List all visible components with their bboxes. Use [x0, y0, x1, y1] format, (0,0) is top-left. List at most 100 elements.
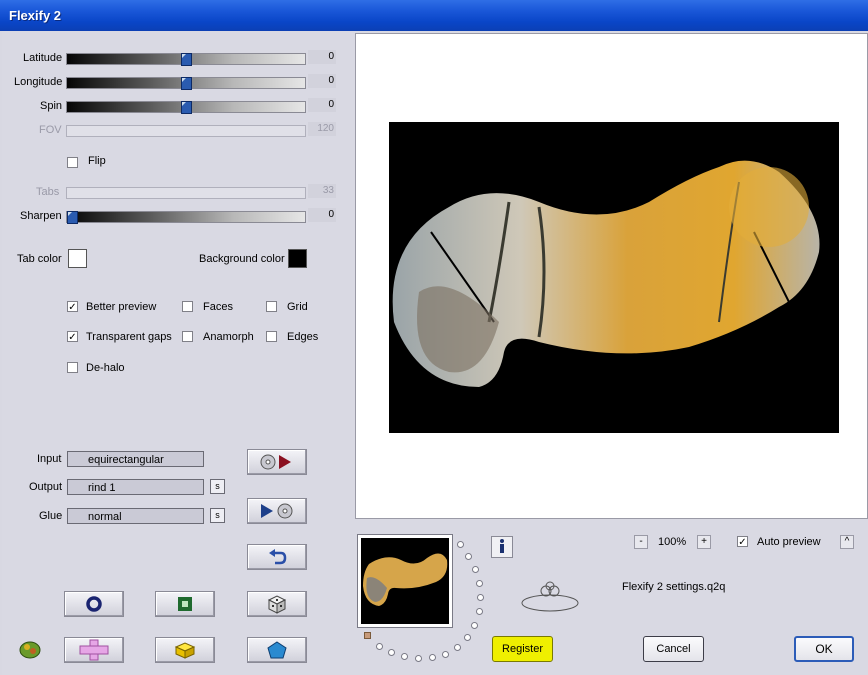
zoom-out-button[interactable]: - [634, 535, 648, 549]
scroll-up-button[interactable]: ^ [840, 535, 854, 549]
background-color-label: Background color [199, 253, 285, 265]
info-icon [500, 539, 504, 553]
step-dot[interactable] [465, 553, 472, 560]
transparent-gaps-checkbox[interactable]: ✓ [67, 331, 78, 343]
ring-icon [86, 596, 102, 612]
edges-checkbox[interactable] [266, 331, 277, 342]
sharpen-thumb[interactable] [67, 211, 78, 224]
flip-label: Flip [88, 155, 106, 167]
handle-marker[interactable] [364, 632, 371, 639]
play-disc-icon [261, 503, 293, 519]
cancel-button[interactable]: Cancel [643, 636, 704, 662]
tab-color-label: Tab color [17, 253, 62, 265]
step-dot[interactable] [472, 566, 479, 573]
disc-play-icon [260, 454, 291, 470]
faces-checkbox[interactable] [182, 301, 193, 312]
register-button[interactable]: Register [492, 636, 553, 662]
output-select[interactable]: rind 1 [67, 479, 204, 495]
input-select[interactable]: equirectangular [67, 451, 204, 467]
edges-label: Edges [287, 331, 319, 343]
window-title: Flexify 2 [9, 8, 62, 23]
thumbnail-projection-image [363, 553, 448, 606]
step-dot[interactable] [454, 644, 461, 651]
tabs-label: Tabs [36, 186, 60, 198]
step-dot[interactable] [388, 649, 395, 656]
thumbnail-navigator[interactable] [357, 534, 453, 628]
sharpen-value[interactable]: 0 [308, 208, 336, 222]
step-dot[interactable] [376, 643, 383, 650]
step-dot[interactable] [415, 655, 422, 662]
ok-button[interactable]: OK [794, 636, 854, 662]
anamorph-checkbox[interactable] [182, 331, 193, 342]
longitude-value[interactable]: 0 [308, 74, 336, 88]
ring-button[interactable] [64, 591, 124, 617]
grid-checkbox[interactable] [266, 301, 277, 312]
cross-shape-icon [79, 639, 109, 661]
sharpen-slider[interactable] [66, 211, 306, 224]
load-button[interactable] [247, 449, 307, 475]
spin-value[interactable]: 0 [308, 98, 336, 112]
step-dot[interactable] [401, 653, 408, 660]
cube-icon [174, 642, 196, 659]
info-button[interactable] [491, 536, 513, 558]
settings-file-label: Flexify 2 settings.q2q [622, 581, 726, 593]
save-button[interactable] [247, 498, 307, 524]
step-dot[interactable] [476, 608, 483, 615]
de-halo-checkbox[interactable] [67, 362, 78, 373]
fov-label: FOV [39, 124, 62, 136]
flip-checkbox[interactable] [67, 157, 78, 168]
longitude-thumb[interactable] [181, 77, 192, 90]
auto-preview-label: Auto preview [757, 536, 821, 548]
square-button[interactable] [155, 591, 215, 617]
dialog-body: Latitude 0 Longitude 0 Spin 0 FOV 120 Fl… [2, 31, 868, 675]
signature-logo-image [521, 581, 579, 612]
transparent-gaps-label: Transparent gaps [86, 331, 172, 343]
output-s-button[interactable]: s [210, 479, 225, 494]
better-preview-checkbox[interactable]: ✓ [67, 301, 78, 313]
glue-label: Glue [39, 510, 63, 522]
undo-button[interactable] [247, 544, 307, 570]
latitude-value[interactable]: 0 [308, 50, 336, 64]
spin-thumb[interactable] [181, 101, 192, 114]
fov-value: 120 [308, 122, 336, 136]
latitude-label: Latitude [23, 52, 63, 64]
undo-arrow-icon [269, 549, 287, 565]
output-label: Output [29, 481, 63, 493]
cube-button[interactable] [155, 637, 215, 663]
longitude-slider[interactable] [66, 77, 306, 90]
dice-icon [267, 595, 287, 614]
square-frame-icon [178, 597, 192, 611]
flexify-window: Flexify 2 Latitude 0 Longitude 0 Spin 0 … [0, 0, 868, 675]
latitude-thumb[interactable] [181, 53, 192, 66]
grid-label: Grid [287, 301, 308, 313]
preview-panel[interactable] [355, 33, 868, 519]
step-dot[interactable] [476, 580, 483, 587]
step-dot[interactable] [471, 622, 478, 629]
app-logo [18, 637, 42, 662]
latitude-slider[interactable] [66, 53, 306, 66]
preview-image[interactable] [389, 122, 839, 433]
dice-button[interactable] [247, 591, 307, 617]
step-dot[interactable] [464, 634, 471, 641]
fov-slider [66, 125, 306, 137]
background-color-swatch[interactable] [288, 249, 307, 268]
rind-projection-image [392, 160, 820, 387]
zoom-in-button[interactable]: + [697, 535, 711, 549]
pentagon-button[interactable] [247, 637, 307, 663]
thumbnail-image [361, 538, 449, 624]
title-bar[interactable]: Flexify 2 [0, 0, 868, 31]
step-dot[interactable] [457, 541, 464, 548]
sharpen-label: Sharpen [20, 210, 62, 222]
tabs-slider [66, 187, 306, 199]
step-dot[interactable] [442, 651, 449, 658]
spin-slider[interactable] [66, 101, 306, 114]
auto-preview-checkbox[interactable]: ✓ [737, 536, 748, 548]
step-dot[interactable] [477, 594, 484, 601]
glue-s-button[interactable]: s [210, 508, 225, 523]
tab-color-swatch[interactable] [68, 249, 87, 268]
anamorph-label: Anamorph [203, 331, 254, 343]
step-dot[interactable] [429, 654, 436, 661]
glue-select[interactable]: normal [67, 508, 204, 524]
flexify-logo-icon [19, 641, 41, 659]
cross-button[interactable] [64, 637, 124, 663]
